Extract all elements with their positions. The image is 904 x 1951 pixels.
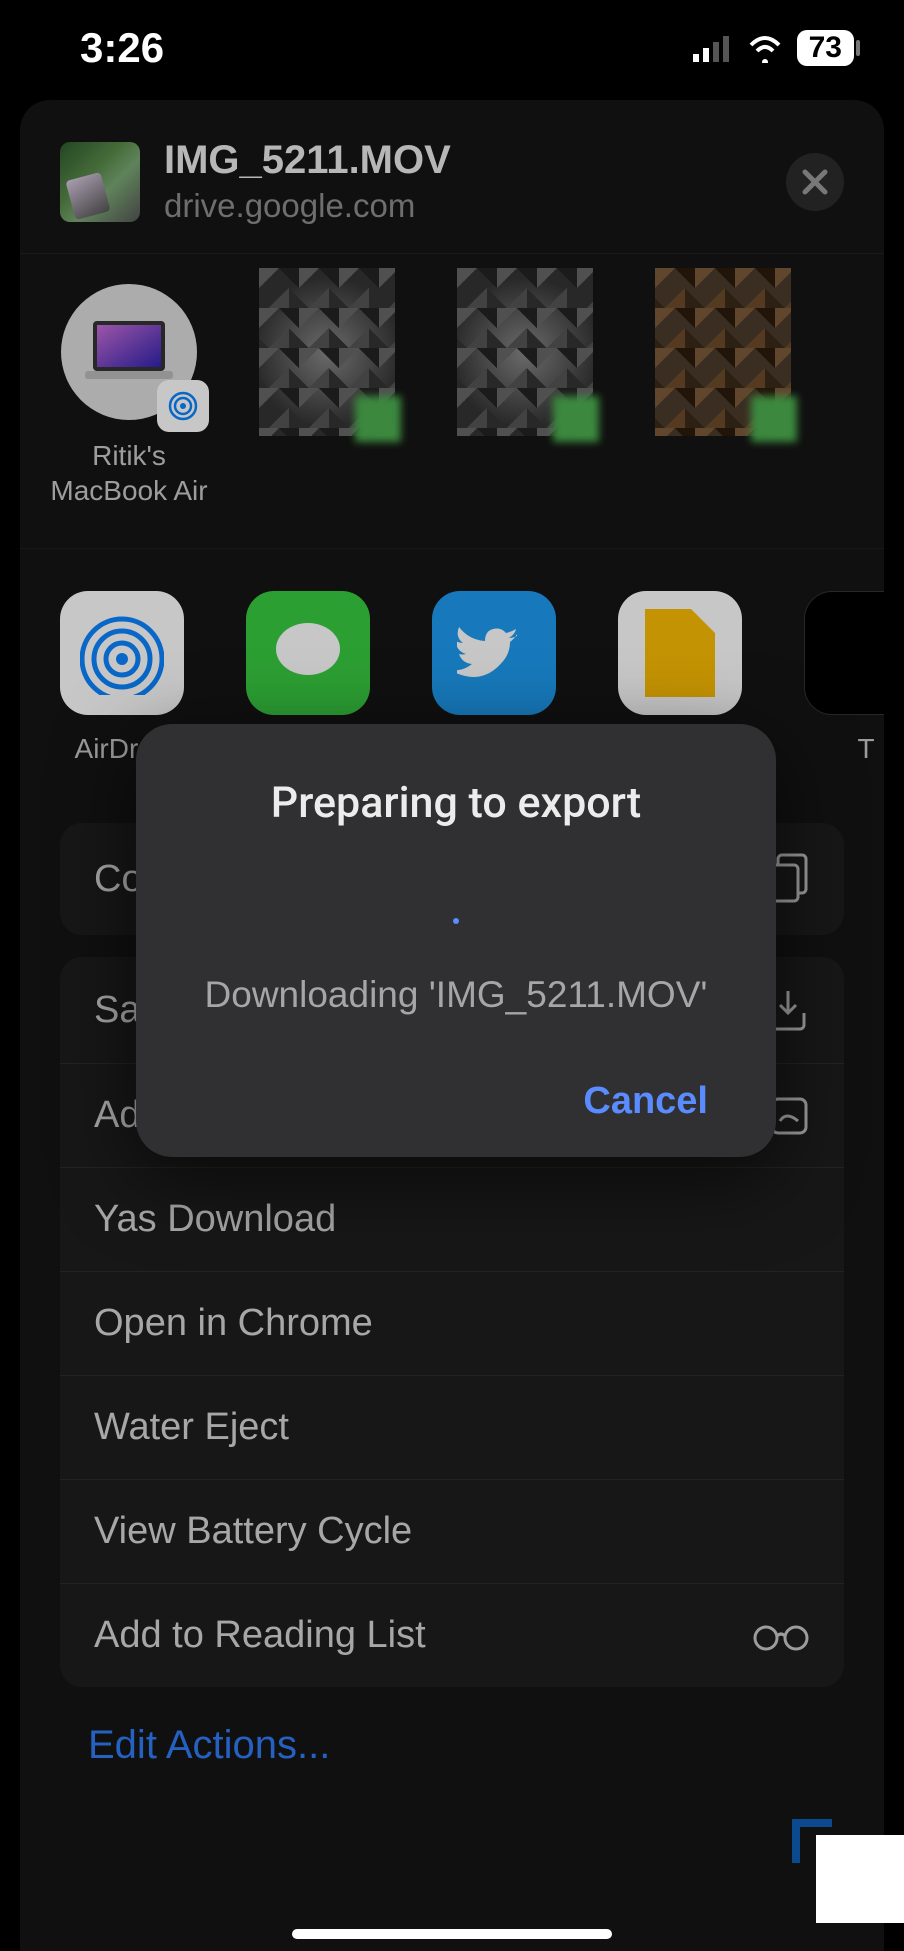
airdrop-target-device[interactable]: Ritik's MacBook Air bbox=[50, 284, 208, 508]
file-thumbnail bbox=[60, 142, 140, 222]
battery-indicator: 73 bbox=[797, 30, 854, 66]
app-other[interactable]: T bbox=[804, 591, 884, 765]
edit-actions-label: Edit Actions... bbox=[88, 1723, 330, 1767]
file-name: IMG_5211.MOV bbox=[164, 138, 762, 183]
messages-icon bbox=[268, 613, 348, 693]
airdrop-icon bbox=[80, 611, 164, 695]
app-other-icon bbox=[804, 591, 884, 715]
export-dialog: Preparing to export Downloading 'IMG_521… bbox=[136, 724, 776, 1157]
edit-actions-button[interactable]: Edit Actions... bbox=[20, 1687, 884, 1804]
action-label: Add to Reading List bbox=[94, 1614, 426, 1657]
airdrop-targets-row[interactable]: Ritik's MacBook Air bbox=[20, 254, 884, 549]
app-label: T bbox=[857, 733, 874, 765]
share-sheet-header: IMG_5211.MOV drive.google.com bbox=[20, 100, 884, 254]
status-right-cluster: 73 bbox=[693, 30, 854, 66]
wifi-icon bbox=[745, 33, 785, 63]
file-source: drive.google.com bbox=[164, 187, 762, 225]
reading-list-icon bbox=[752, 1620, 810, 1652]
action-label: View Battery Cycle bbox=[94, 1510, 412, 1553]
close-button[interactable] bbox=[786, 153, 844, 211]
home-indicator[interactable] bbox=[292, 1929, 612, 1939]
action-label: Open in Chrome bbox=[94, 1302, 373, 1345]
action-label: Yas Download bbox=[94, 1198, 336, 1241]
action-label: Water Eject bbox=[94, 1406, 289, 1449]
battery-percent: 73 bbox=[803, 31, 848, 65]
action-view-battery-cycle[interactable]: View Battery Cycle bbox=[60, 1480, 844, 1584]
airdrop-target-label: Ritik's MacBook Air bbox=[50, 438, 207, 508]
macbook-icon bbox=[79, 317, 179, 387]
cellular-icon bbox=[693, 34, 733, 62]
spinner-icon bbox=[453, 918, 459, 924]
cancel-button[interactable]: Cancel bbox=[583, 1080, 708, 1123]
airdrop-target-contact[interactable] bbox=[644, 284, 802, 508]
action-yas-download[interactable]: Yas Download bbox=[60, 1168, 844, 1272]
dialog-message: Downloading 'IMG_5211.MOV' bbox=[180, 974, 732, 1016]
airdrop-badge-icon bbox=[157, 380, 209, 432]
action-water-eject[interactable]: Water Eject bbox=[60, 1376, 844, 1480]
airdrop-target-contact[interactable] bbox=[446, 284, 604, 508]
action-add-reading-list[interactable]: Add to Reading List bbox=[60, 1584, 844, 1687]
status-time: 3:26 bbox=[80, 24, 164, 72]
airdrop-target-contact[interactable] bbox=[248, 284, 406, 508]
close-icon bbox=[801, 168, 829, 196]
action-open-chrome[interactable]: Open in Chrome bbox=[60, 1272, 844, 1376]
status-bar: 3:26 73 bbox=[0, 0, 904, 96]
dialog-title: Preparing to export bbox=[180, 778, 732, 828]
twitter-icon bbox=[457, 616, 531, 690]
corner-patch bbox=[816, 1835, 904, 1923]
keep-icon bbox=[645, 609, 715, 697]
